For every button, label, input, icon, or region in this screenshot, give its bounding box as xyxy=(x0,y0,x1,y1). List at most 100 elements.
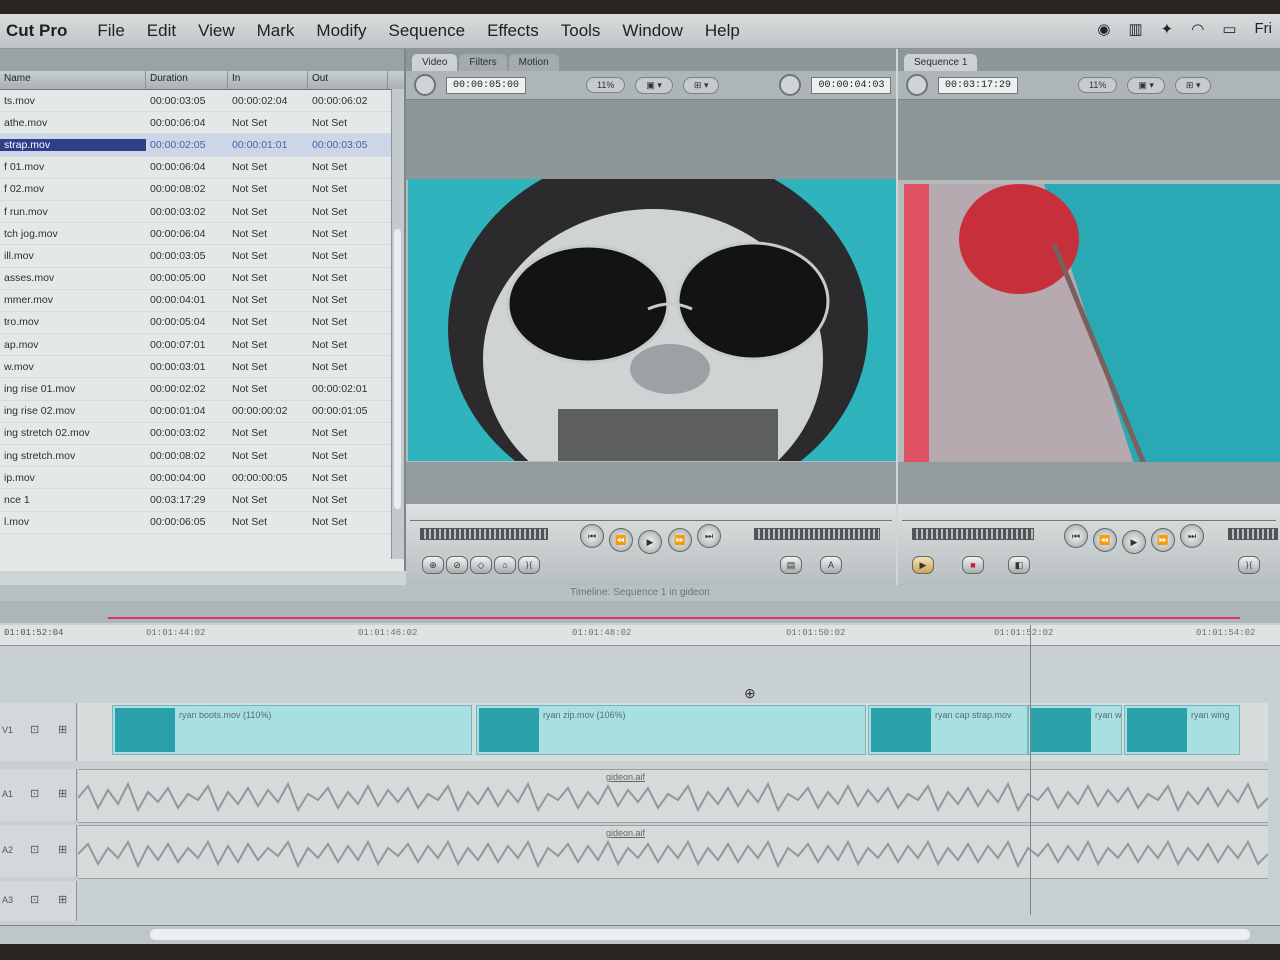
browser-row[interactable]: w.mov 00:00:03:01 Not Set Not Set xyxy=(0,356,404,379)
battery-icon[interactable]: ▭ xyxy=(1222,20,1236,38)
browser-row[interactable]: nce 1 00:03:17:29 Not Set Not Set xyxy=(0,489,404,512)
column-name[interactable]: Name xyxy=(0,71,146,89)
mark-in-out-icon[interactable]: ⟩⟨ xyxy=(518,556,540,574)
link-icon[interactable]: ⊞ xyxy=(58,723,67,736)
timeline-clip[interactable]: ryan wing xyxy=(1124,705,1240,755)
canvas-shuttle[interactable] xyxy=(1228,528,1278,540)
viewer-scrubber[interactable] xyxy=(410,508,892,521)
browser-row[interactable]: ts.mov 00:00:03:05 00:00:02:04 00:00:06:02 xyxy=(0,90,404,113)
timeline-scrollbar[interactable] xyxy=(0,925,1280,944)
timeline-ruler[interactable]: 01:01:52:04 01:01:44:02 01:01:46:02 01:0… xyxy=(0,625,1280,646)
browser-row[interactable]: f 02.mov 00:00:08:02 Not Set Not Set xyxy=(0,179,404,201)
wifi-icon[interactable]: ◠ xyxy=(1191,20,1204,38)
track-label[interactable]: A3 xyxy=(2,895,13,905)
lock-icon[interactable]: ⊡ xyxy=(30,843,39,856)
menu-mark[interactable]: Mark xyxy=(257,21,295,41)
timeline-current-timecode[interactable]: 01:01:52:04 xyxy=(4,628,63,638)
mark-in-icon[interactable]: ⏮ xyxy=(580,524,604,548)
menu-effects[interactable]: Effects xyxy=(487,21,539,41)
audio-track-a2[interactable]: gideon.aif xyxy=(78,825,1268,879)
menu-file[interactable]: File xyxy=(97,21,124,41)
timeline-clip[interactable]: ryan cap strap.mov xyxy=(868,705,1028,755)
mark-clip-icon[interactable]: ⊘ xyxy=(446,556,468,574)
mark-out-icon[interactable]: ⏭ xyxy=(697,524,721,548)
browser-row[interactable]: mmer.mov 00:00:04:01 Not Set Not Set xyxy=(0,290,404,312)
tab-sequence[interactable]: Sequence 1 xyxy=(904,54,978,71)
bars-icon[interactable]: ▥ xyxy=(1128,20,1142,38)
canvas-play-in-out-icon[interactable]: ⏪ xyxy=(1093,528,1117,552)
canvas-jog[interactable] xyxy=(912,528,1034,540)
link-icon[interactable]: ⊞ xyxy=(58,787,67,800)
browser-scrollbar[interactable] xyxy=(391,89,404,559)
overwrite-edit-icon[interactable]: ■ xyxy=(962,556,984,574)
track-label[interactable]: A2 xyxy=(2,845,13,855)
canvas-overlay-popup-icon[interactable]: ⊞ ▾ xyxy=(1174,76,1212,94)
canvas-play-icon[interactable]: ▶ xyxy=(1122,530,1146,554)
play-icon[interactable]: ▶ xyxy=(638,530,662,554)
browser-row[interactable]: f 01.mov 00:00:06:04 Not Set Not Set xyxy=(0,157,404,179)
insert-edit-icon[interactable]: ▶ xyxy=(912,556,934,574)
menu-edit[interactable]: Edit xyxy=(147,21,176,41)
menu-window[interactable]: Window xyxy=(622,21,682,41)
track-label[interactable]: V1 xyxy=(2,725,13,735)
tab-motion[interactable]: Motion xyxy=(508,54,559,71)
scroll-thumb[interactable] xyxy=(394,229,401,509)
browser-row[interactable]: ill.mov 00:00:03:05 Not Set Not Set xyxy=(0,245,404,268)
browser-row[interactable]: ing rise 01.mov 00:00:02:02 Not Set 00:00:0… xyxy=(0,378,404,401)
browser-row[interactable]: strap.mov 00:00:02:05 00:00:01:01 00:00:03:… xyxy=(0,134,404,157)
play-in-to-out-icon[interactable]: ⏪ xyxy=(609,528,633,552)
canvas-mark-clip-icon[interactable]: ⟩⟨ xyxy=(1238,556,1260,574)
playhead[interactable] xyxy=(1030,625,1031,915)
browser-row[interactable]: ing stretch 02.mov 00:00:03:02 Not Set Not … xyxy=(0,423,404,445)
canvas-scrubber[interactable] xyxy=(902,508,1276,521)
sync-icon[interactable]: ◉ xyxy=(1097,20,1110,38)
track-label[interactable]: A1 xyxy=(2,789,13,799)
browser-row[interactable]: tch jog.mov 00:00:06:04 Not Set Not Set xyxy=(0,223,404,246)
match-frame-icon[interactable]: ⊕ xyxy=(422,556,444,574)
audio-track-a1[interactable]: gideon.aif xyxy=(78,769,1268,823)
menu-help[interactable]: Help xyxy=(705,21,740,41)
browser-row[interactable]: athe.mov 00:00:06:04 Not Set Not Set xyxy=(0,112,404,135)
add-keyframe-icon[interactable]: ◇ xyxy=(470,556,492,574)
canvas-view-popup-icon[interactable]: ▣ ▾ xyxy=(1127,76,1165,94)
viewer-current-timecode[interactable]: 00:00:04:03 xyxy=(811,76,892,94)
replace-edit-icon[interactable]: ◧ xyxy=(1008,556,1030,574)
menu-clock[interactable]: Fri xyxy=(1255,20,1273,38)
viewer-jog[interactable] xyxy=(754,528,880,540)
canvas-duration-timecode[interactable]: 00:03:17:29 xyxy=(938,76,1019,94)
browser-row[interactable]: ip.mov 00:00:04:00 00:00:00:05 Not Set xyxy=(0,467,404,490)
view-popup-icon[interactable]: ▣ ▾ xyxy=(635,76,673,94)
link-icon[interactable]: ⊞ xyxy=(58,843,67,856)
viewer-duration-timecode[interactable]: 00:00:05:00 xyxy=(446,76,527,94)
canvas-mark-out-icon[interactable]: ⏭ xyxy=(1180,524,1204,548)
browser-row[interactable]: ing rise 02.mov 00:00:01:04 00:00:00:02 00:… xyxy=(0,401,404,423)
tab-video[interactable]: Video xyxy=(412,54,458,71)
scroll-thumb[interactable] xyxy=(150,929,1250,940)
add-marker-icon[interactable]: ⌂ xyxy=(494,556,516,574)
column-out[interactable]: Out xyxy=(308,71,388,89)
link-icon[interactable]: ⊞ xyxy=(58,893,67,906)
recent-clips-icon[interactable]: ▤ xyxy=(780,556,802,574)
menu-modify[interactable]: Modify xyxy=(316,21,366,41)
browser-row[interactable]: l.mov 00:00:06:05 Not Set Not Set xyxy=(0,512,404,534)
browser-row[interactable]: asses.mov 00:00:05:00 Not Set Not Set xyxy=(0,268,404,290)
column-duration[interactable]: Duration xyxy=(146,71,228,89)
menu-tools[interactable]: Tools xyxy=(561,21,601,41)
tab-filters[interactable]: Filters xyxy=(459,54,507,71)
timeline-clip[interactable]: ryan boots.mov (110%) xyxy=(112,705,472,755)
lock-icon[interactable]: ⊡ xyxy=(30,893,39,906)
canvas-mark-in-icon[interactable]: ⏮ xyxy=(1064,524,1088,548)
timeline-clip[interactable]: ryan zip.mov (106%) xyxy=(476,705,866,755)
lock-icon[interactable]: ⊡ xyxy=(30,787,39,800)
browser-row[interactable]: ing stretch.mov 00:00:08:02 Not Set Not Set xyxy=(0,445,404,468)
lock-icon[interactable]: ⊡ xyxy=(30,723,39,736)
menu-sequence[interactable]: Sequence xyxy=(389,21,466,41)
app-menu[interactable]: Cut Pro xyxy=(6,21,67,41)
bluetooth-icon[interactable]: ✦ xyxy=(1161,20,1174,38)
menu-view[interactable]: View xyxy=(198,21,235,41)
column-in[interactable]: In xyxy=(228,71,308,89)
viewer-shuttle[interactable] xyxy=(420,528,548,540)
play-around-icon[interactable]: ⏩ xyxy=(668,528,692,552)
canvas-zoom-popup[interactable]: 11% xyxy=(1078,77,1118,93)
timeline-clip[interactable]: ryan w xyxy=(1028,705,1122,755)
